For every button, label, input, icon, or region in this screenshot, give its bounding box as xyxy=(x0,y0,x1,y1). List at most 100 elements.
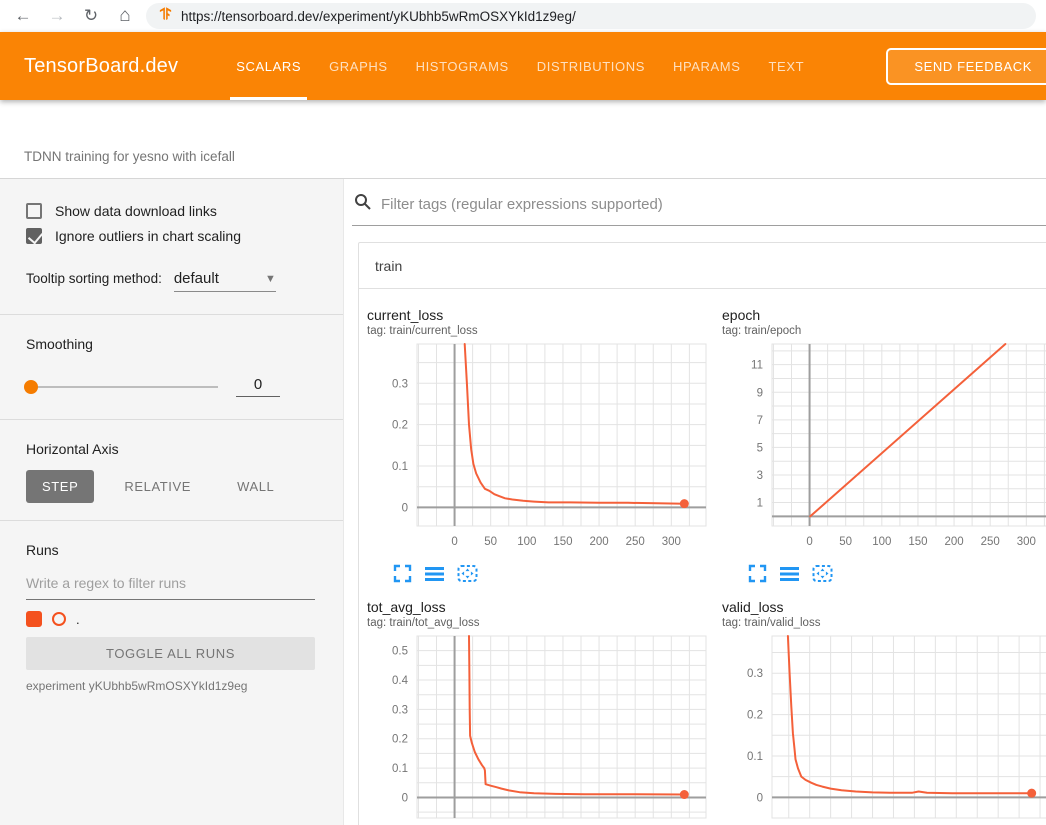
chart-title: epoch xyxy=(722,307,1046,323)
horizontal-lines-icon[interactable] xyxy=(425,564,444,583)
expand-chart-icon[interactable] xyxy=(393,564,412,583)
chart-title: current_loss xyxy=(367,307,712,323)
horizontal-axis-label: Horizontal Axis xyxy=(26,441,315,457)
axis-relative-button[interactable]: RELATIVE xyxy=(108,470,207,503)
svg-text:100: 100 xyxy=(872,536,891,548)
ignore-outliers-row[interactable]: Ignore outliers in chart scaling xyxy=(26,228,315,244)
tab-graphs[interactable]: GRAPHS xyxy=(315,32,402,100)
chart-tag: tag: train/current_loss xyxy=(367,325,712,337)
experiment-title: TDNN training for yesno with icefall xyxy=(24,149,235,164)
run-item[interactable]: . xyxy=(26,611,315,627)
run-checkbox[interactable] xyxy=(26,611,42,627)
train-section-card: train current_loss tag: train/current_lo… xyxy=(358,242,1046,825)
chart-title: valid_loss xyxy=(722,599,1046,615)
line-chart[interactable]: 05010015020025030000.10.20.3 xyxy=(367,341,712,558)
run-name: . xyxy=(76,612,80,627)
svg-text:0.4: 0.4 xyxy=(392,675,409,687)
expand-chart-icon[interactable] xyxy=(748,564,767,583)
experiment-header: TDNN training for yesno with icefall xyxy=(0,100,1046,178)
line-chart[interactable]: 0501001502002503001357911 xyxy=(722,341,1046,558)
reload-icon[interactable]: ↻ xyxy=(78,3,104,29)
tab-distributions[interactable]: DISTRIBUTIONS xyxy=(523,32,659,100)
runs-regex-input[interactable] xyxy=(26,571,315,600)
chart-tag: tag: train/tot_avg_loss xyxy=(367,617,712,629)
tooltip-sorting-dropdown[interactable]: default ▼ xyxy=(174,270,276,292)
charts-grid: current_loss tag: train/current_loss 050… xyxy=(359,289,1046,825)
axis-step-button[interactable]: STEP xyxy=(26,470,94,503)
svg-text:3: 3 xyxy=(757,470,763,482)
forward-icon[interactable]: → xyxy=(44,3,70,29)
tab-histograms[interactable]: HISTOGRAMS xyxy=(402,32,523,100)
svg-text:5: 5 xyxy=(757,442,763,454)
fit-domain-icon[interactable] xyxy=(457,564,476,583)
browser-toolbar: ← → ↻ ⌂ https://tensorboard.dev/experime… xyxy=(0,0,1046,32)
tab-hparams[interactable]: HPARAMS xyxy=(659,32,755,100)
fit-domain-icon[interactable] xyxy=(812,564,831,583)
svg-text:0.2: 0.2 xyxy=(392,734,408,746)
tensorboard-page: ← → ↻ ⌂ https://tensorboard.dev/experime… xyxy=(0,0,1046,825)
nav-tabs: SCALARS GRAPHS HISTOGRAMS DISTRIBUTIONS … xyxy=(222,32,818,100)
svg-text:0: 0 xyxy=(806,536,812,548)
svg-text:0.3: 0.3 xyxy=(392,704,408,716)
chevron-down-icon: ▼ xyxy=(265,273,276,285)
chart-tot-avg-loss: tot_avg_loss tag: train/tot_avg_loss 050… xyxy=(367,599,712,825)
svg-text:100: 100 xyxy=(517,536,536,548)
divider xyxy=(0,419,343,420)
svg-text:0.2: 0.2 xyxy=(392,420,408,432)
tensorboard-favicon xyxy=(158,6,173,26)
svg-text:50: 50 xyxy=(484,536,497,548)
horizontal-lines-icon[interactable] xyxy=(780,564,799,583)
settings-sidebar: Show data download links Ignore outliers… xyxy=(0,179,344,825)
chart-tag: tag: train/epoch xyxy=(722,325,1046,337)
svg-text:50: 50 xyxy=(839,536,852,548)
svg-text:200: 200 xyxy=(589,536,608,548)
tooltip-sorting-label: Tooltip sorting method: xyxy=(26,271,162,286)
svg-text:11: 11 xyxy=(751,360,763,372)
line-chart[interactable]: 5010015020025030000.10.20.3 xyxy=(722,633,1046,825)
tab-scalars[interactable]: SCALARS xyxy=(222,32,315,100)
back-icon[interactable]: ← xyxy=(10,3,36,29)
ignore-outliers-label: Ignore outliers in chart scaling xyxy=(55,228,241,244)
smoothing-value[interactable]: 0 xyxy=(236,376,280,397)
send-feedback-button[interactable]: SEND FEEDBACK xyxy=(886,48,1046,85)
home-icon[interactable]: ⌂ xyxy=(112,3,138,29)
svg-text:0.5: 0.5 xyxy=(392,646,408,658)
divider xyxy=(0,314,343,315)
show-download-links-label: Show data download links xyxy=(55,203,217,219)
show-download-links-row[interactable]: Show data download links xyxy=(26,203,315,219)
search-icon xyxy=(354,193,371,215)
filter-tags-input[interactable] xyxy=(381,196,1046,213)
svg-text:7: 7 xyxy=(757,415,763,427)
axis-wall-button[interactable]: WALL xyxy=(221,470,290,503)
show-download-links-checkbox[interactable] xyxy=(26,203,42,219)
chart-epoch: epoch tag: train/epoch 05010015020025030… xyxy=(722,307,1046,583)
train-section-header[interactable]: train xyxy=(359,243,1046,289)
svg-text:9: 9 xyxy=(757,387,763,399)
smoothing-slider-thumb[interactable] xyxy=(24,380,38,394)
chart-tag: tag: train/valid_loss xyxy=(722,617,1046,629)
svg-text:150: 150 xyxy=(553,536,572,548)
svg-text:250: 250 xyxy=(981,536,1000,548)
svg-text:1: 1 xyxy=(757,498,763,510)
line-chart[interactable]: 05010015020025030000.10.20.30.40.5 xyxy=(367,633,712,825)
svg-text:0.3: 0.3 xyxy=(747,668,763,680)
brand-title: TensorBoard.dev xyxy=(24,55,178,78)
address-bar[interactable]: https://tensorboard.dev/experiment/yKUbh… xyxy=(146,3,1036,29)
svg-text:0: 0 xyxy=(451,536,457,548)
divider xyxy=(0,520,343,521)
smoothing-slider[interactable] xyxy=(26,386,218,388)
run-color-swatch xyxy=(52,612,66,626)
tab-text[interactable]: TEXT xyxy=(755,32,819,100)
svg-text:0.1: 0.1 xyxy=(747,751,763,763)
tooltip-sorting-value: default xyxy=(174,270,219,287)
experiment-id-text: experiment yKUbhb5wRmOSXYkId1z9eg xyxy=(26,679,315,693)
toggle-all-runs-button[interactable]: TOGGLE ALL RUNS xyxy=(26,637,315,670)
svg-text:0.1: 0.1 xyxy=(392,763,408,775)
chart-valid-loss: valid_loss tag: train/valid_loss 5010015… xyxy=(722,599,1046,825)
horizontal-axis-buttons: STEP RELATIVE WALL xyxy=(26,470,315,503)
ignore-outliers-checkbox[interactable] xyxy=(26,228,42,244)
app-header: TensorBoard.dev SCALARS GRAPHS HISTOGRAM… xyxy=(0,32,1046,100)
url-text: https://tensorboard.dev/experiment/yKUbh… xyxy=(181,9,576,24)
svg-text:0.3: 0.3 xyxy=(392,378,408,390)
scalars-main: train current_loss tag: train/current_lo… xyxy=(344,179,1046,825)
